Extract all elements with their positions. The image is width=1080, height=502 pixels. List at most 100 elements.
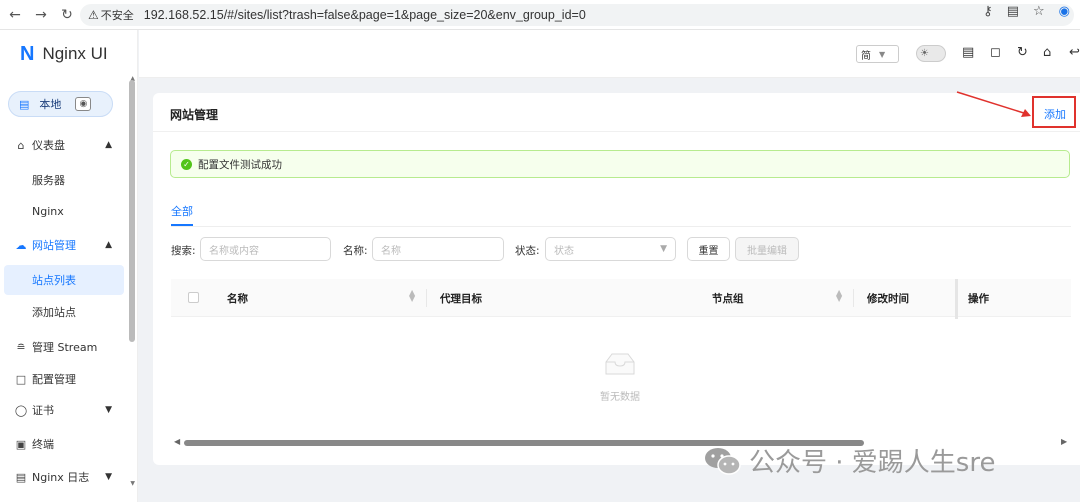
sidebar-item-label: 添加站点 bbox=[32, 306, 76, 319]
column-node-group[interactable]: 节点组 bbox=[712, 291, 744, 306]
cloud-icon: ☁ bbox=[15, 238, 27, 252]
column-name[interactable]: 名称 bbox=[227, 291, 248, 306]
chevron-up-icon: ▲ bbox=[105, 140, 112, 150]
sort-icon[interactable]: ▲ ▼ bbox=[836, 289, 842, 303]
sidebar-item-nginx[interactable]: Nginx bbox=[0, 196, 126, 226]
name-filter-label: 名称: bbox=[343, 245, 368, 257]
chevron-down-icon: ▼ bbox=[105, 405, 112, 415]
sidebar-item-label: 配置管理 bbox=[32, 373, 76, 386]
select-all-checkbox[interactable] bbox=[188, 292, 199, 303]
profile-icon[interactable]: ◉ bbox=[1059, 4, 1070, 19]
tab-active-indicator bbox=[171, 224, 193, 226]
search-input[interactable]: 名称或内容 bbox=[200, 237, 331, 261]
browser-toolbar: ← → ↻ ⚠ 不安全 192.168.52.15/#/sites/list?t… bbox=[0, 0, 1080, 30]
security-warning[interactable]: ⚠ 不安全 bbox=[88, 7, 134, 23]
sidebar-item-label: 服务器 bbox=[32, 174, 65, 187]
chevron-down-icon: ▼ bbox=[660, 244, 667, 254]
success-alert: ✓ 配置文件测试成功 bbox=[170, 150, 1070, 178]
sidebar-item-label: Nginx 日志 bbox=[32, 471, 90, 484]
reload-icon[interactable]: ↻ bbox=[56, 4, 78, 26]
column-separator bbox=[853, 289, 854, 307]
empty-inbox-icon bbox=[605, 353, 635, 375]
forward-arrow-icon[interactable]: → bbox=[30, 4, 52, 26]
url-text[interactable]: 192.168.52.15/#/sites/list?trash=false&p… bbox=[144, 8, 586, 22]
home-icon[interactable]: ⌂ bbox=[1043, 45, 1051, 60]
sun-icon: ☀ bbox=[920, 48, 929, 59]
annotation-arrow-icon bbox=[956, 91, 1031, 117]
sort-icon[interactable]: ▲ ▼ bbox=[409, 289, 415, 303]
sidebar-item-terminal[interactable]: ▣ 终端 bbox=[0, 429, 126, 459]
empty-state-text: 暂无数据 bbox=[600, 392, 640, 403]
warning-icon: ⚠ bbox=[88, 8, 99, 22]
tab-divider bbox=[171, 226, 1071, 227]
app-title: Nginx UI bbox=[42, 44, 108, 63]
address-bar[interactable]: ⚠ 不安全 192.168.52.15/#/sites/list?trash=f… bbox=[80, 4, 1074, 26]
check-circle-icon: ✓ bbox=[181, 158, 192, 170]
bell-icon[interactable]: ◻ bbox=[990, 45, 1001, 60]
env-label: 本地 bbox=[39, 98, 62, 111]
logout-icon[interactable]: ↩ bbox=[1069, 45, 1080, 60]
sidebar-item-label: 站点列表 bbox=[32, 274, 76, 287]
annotation-highlight-box bbox=[1032, 96, 1076, 128]
file-icon: □ bbox=[15, 372, 27, 386]
table-header: 名称 ▲ ▼ 代理目标 节点组 ▲ ▼ 修改时间 操作 bbox=[171, 279, 1071, 317]
sidebar-item-label: Nginx bbox=[32, 204, 64, 218]
chevron-down-icon: ▼ bbox=[879, 49, 886, 59]
log-icon: ▤ bbox=[15, 470, 27, 484]
search-label: 搜索: bbox=[171, 245, 196, 257]
env-settings-icon[interactable]: ◉ bbox=[75, 97, 92, 111]
column-proxy-target: 代理目标 bbox=[440, 293, 482, 305]
sidebar-item-label: 仪表盘 bbox=[32, 139, 65, 152]
sidebar: N Nginx UI ▤ 本地 ◉ ⌂ 仪表盘 ▲ 服务器 Nginx ☁ 网站… bbox=[0, 30, 138, 502]
status-placeholder: 状态 bbox=[554, 245, 574, 257]
scroll-left-arrow-icon[interactable]: ◀ bbox=[174, 437, 180, 446]
tab-all[interactable]: 全部 bbox=[171, 203, 193, 219]
column-modified-time: 修改时间 bbox=[867, 293, 909, 305]
fixed-column-shadow bbox=[955, 279, 958, 319]
reset-button[interactable]: 重置 bbox=[687, 237, 730, 261]
environment-icon: ▤ bbox=[19, 97, 30, 111]
watermark-text: 公众号 · 爱踢人生sre bbox=[749, 448, 996, 478]
page-title: 网站管理 bbox=[170, 108, 219, 122]
sidebar-item-dashboard[interactable]: ⌂ 仪表盘 ▲ bbox=[0, 130, 126, 160]
alert-message: 配置文件测试成功 bbox=[198, 158, 282, 171]
bookmark-star-icon[interactable]: ☆ bbox=[1033, 4, 1045, 19]
shield-icon: ◯ bbox=[14, 403, 28, 417]
batch-edit-button[interactable]: 批量编辑 bbox=[735, 237, 799, 261]
sidebar-item-label: 终端 bbox=[32, 438, 54, 451]
sidebar-item-certificates[interactable]: ◯ 证书 ▼ bbox=[0, 395, 126, 425]
scroll-right-arrow-icon[interactable]: ▶ bbox=[1061, 437, 1067, 446]
sidebar-item-server[interactable]: 服务器 bbox=[0, 165, 126, 195]
column-separator bbox=[426, 289, 427, 307]
app-header: 简 ▼ ☀ ▤ ◻ ↻ ⌂ ↩ bbox=[139, 30, 1080, 78]
sidebar-item-config[interactable]: □ 配置管理 bbox=[0, 364, 126, 394]
theme-toggle[interactable]: ☀ bbox=[916, 45, 946, 62]
scroll-down-arrow-icon[interactable]: ▼ bbox=[130, 480, 135, 487]
sidebar-item-site-management[interactable]: ☁ 网站管理 ▲ bbox=[0, 230, 126, 260]
sidebar-item-stream[interactable]: ≘ 管理 Stream bbox=[0, 332, 126, 362]
search-placeholder: 名称或内容 bbox=[209, 245, 259, 257]
browser-actions: ⚷ ▤ ☆ ◉ bbox=[983, 4, 1070, 19]
reload-icon[interactable]: ↻ bbox=[1017, 45, 1028, 60]
sidebar-scrollbar[interactable] bbox=[129, 80, 135, 342]
share-icon: ≘ bbox=[16, 340, 26, 354]
translate-icon[interactable]: ▤ bbox=[1007, 4, 1019, 19]
language-select[interactable]: 简 ▼ bbox=[856, 45, 899, 63]
logo-mark: N bbox=[20, 42, 35, 65]
sidebar-item-add-site[interactable]: 添加站点 bbox=[0, 297, 126, 327]
status-select[interactable]: 状态 ▼ bbox=[545, 237, 676, 261]
sidebar-item-site-list[interactable]: 站点列表 bbox=[4, 265, 124, 295]
chevron-down-icon: ▼ bbox=[105, 472, 112, 482]
status-filter-label: 状态: bbox=[515, 245, 540, 257]
sidebar-item-nginx-log[interactable]: ▤ Nginx 日志 ▼ bbox=[0, 462, 126, 492]
watermark: 公众号 · 爱踢人生sre bbox=[703, 442, 995, 479]
back-arrow-icon[interactable]: ← bbox=[4, 4, 26, 26]
card-divider bbox=[153, 131, 1080, 132]
monitor-icon[interactable]: ▤ bbox=[962, 45, 974, 60]
sidebar-item-label: 管理 Stream bbox=[32, 341, 98, 354]
password-key-icon[interactable]: ⚷ bbox=[983, 4, 993, 19]
app-logo[interactable]: N Nginx UI bbox=[0, 30, 137, 78]
env-switcher[interactable]: ▤ 本地 ◉ bbox=[8, 91, 113, 117]
name-filter-input[interactable]: 名称 bbox=[372, 237, 504, 261]
terminal-icon: ▣ bbox=[15, 437, 27, 451]
